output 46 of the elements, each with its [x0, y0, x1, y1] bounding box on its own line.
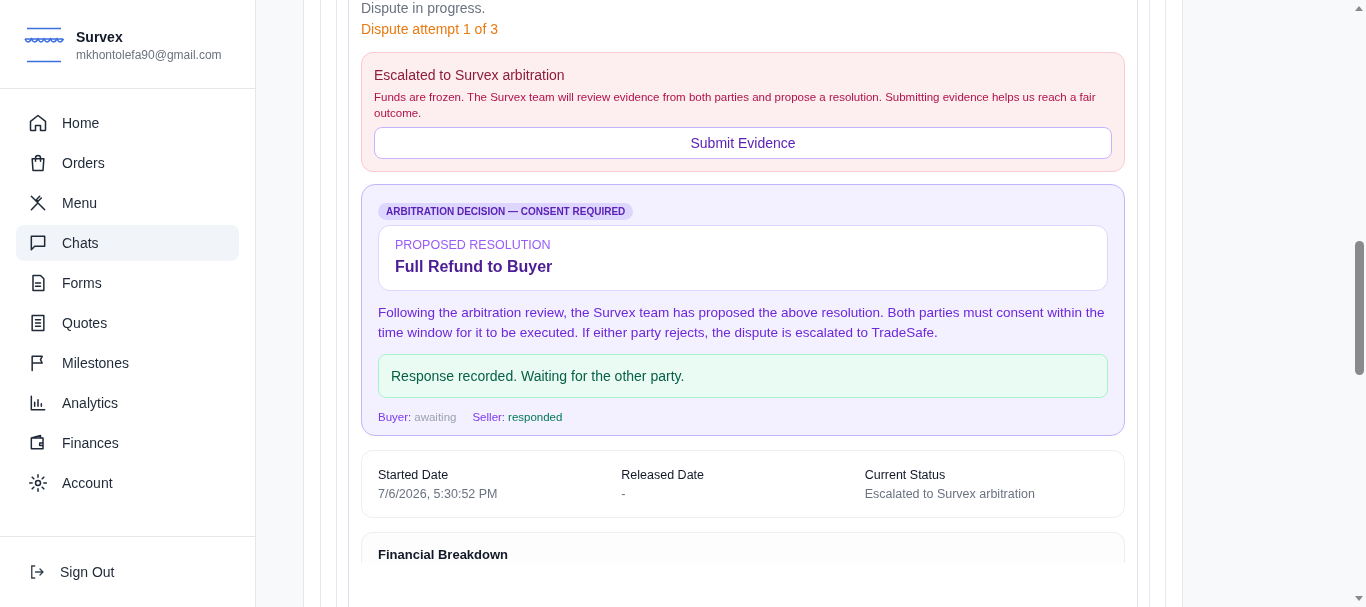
date-label: Started Date [378, 468, 450, 482]
nav-item[interactable]: Orders [16, 145, 239, 181]
home-icon [28, 113, 48, 133]
scroll-up-icon[interactable] [1355, 6, 1363, 11]
chat-icon [28, 233, 48, 253]
nav-item[interactable]: Menu [16, 185, 239, 221]
sign-out-button[interactable]: Sign Out [16, 554, 239, 590]
date-value: Escalated to Survex arbitration [864, 487, 1036, 501]
dispute-status: Dispute in progress. [361, 0, 487, 16]
nav-item[interactable]: Home [16, 105, 239, 141]
scroll-down-icon[interactable] [1355, 596, 1363, 601]
bar-chart-icon [28, 393, 48, 413]
submit-evidence-button[interactable]: Submit Evidence [374, 127, 1112, 159]
decision-badge: ARBITRATION DECISION — CONSENT REQUIRED [378, 203, 634, 220]
financial-title: Financial Breakdown [378, 547, 509, 562]
party-status: awaiting [414, 411, 457, 423]
response-notice: Response recorded. Waiting for the other party. [378, 354, 1108, 398]
settings-icon [28, 473, 48, 493]
bag-icon [28, 153, 48, 173]
date-label: Released Date [621, 468, 706, 482]
party-label: Buyer: [378, 411, 412, 423]
brand-name: Survex [76, 28, 124, 45]
user-email: mkhontolefa90@gmail.com [76, 47, 222, 62]
logo-icon [24, 27, 64, 63]
list-icon [28, 313, 48, 333]
nav-item[interactable]: Quotes [16, 305, 239, 341]
resolution-label: PROPOSED RESOLUTION [395, 238, 552, 252]
nav-item[interactable]: Forms [16, 265, 239, 301]
resolution-title: Full Refund to Buyer [395, 258, 554, 276]
nav-item[interactable]: Finances [16, 425, 239, 461]
nav-item[interactable]: Chats [16, 225, 239, 261]
nav-item[interactable]: Milestones [16, 345, 239, 381]
dispute-attempt: Dispute attempt 1 of 3 [361, 20, 499, 38]
alert-text: Funds are frozen. The Survex team will review evidence from both parties and propose a resolution. Submitting evidence helps us reach a fair outcome. [374, 90, 1097, 121]
decision-text: Following the arbitration review, the Survex team has proposed the above resolution. Both parties must consent within the time window for it to be executed. If either party rejects, the dispute is escalated to TradeSafe. [378, 304, 1106, 342]
party-status: responded [508, 411, 563, 423]
date-label: Current Status [864, 468, 947, 482]
scrollbar-thumb[interactable] [1355, 241, 1364, 375]
utensils-icon [28, 193, 48, 213]
sign-out-icon [28, 563, 46, 581]
party-label: Seller: [472, 411, 506, 423]
date-value: 7/6/2026, 5:30:52 PM [378, 487, 499, 501]
nav-item[interactable]: Account [16, 465, 239, 501]
alert-title: Escalated to Survex arbitration [374, 67, 566, 83]
date-value: - [621, 487, 627, 501]
nav-item[interactable]: Analytics [16, 385, 239, 421]
